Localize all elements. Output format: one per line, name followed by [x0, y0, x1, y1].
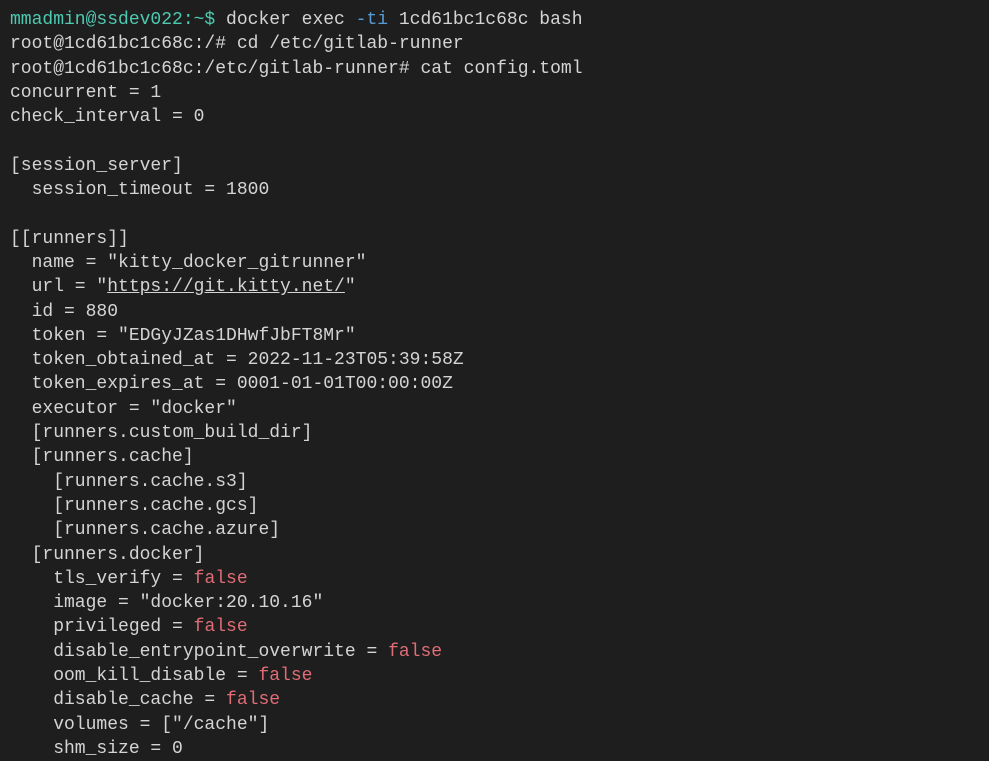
- config-disable-entrypoint-key: disable_entrypoint_overwrite =: [10, 642, 388, 662]
- section-custom-build-dir: [runners.custom_build_dir]: [10, 423, 312, 443]
- config-oom-kill-val: false: [258, 666, 312, 686]
- section-runners: [[runners]]: [10, 229, 129, 249]
- section-cache-s3: [runners.cache.s3]: [10, 472, 248, 492]
- config-check-interval: check_interval = 0: [10, 107, 204, 127]
- config-disable-cache-val: false: [226, 690, 280, 710]
- config-disable-cache-key: disable_cache =: [10, 690, 226, 710]
- config-name: name = "kitty_docker_gitrunner": [10, 253, 366, 273]
- config-url: https://git.kitty.net/: [107, 277, 345, 297]
- terminal-output[interactable]: mmadmin@ssdev022:~$ docker exec -ti 1cd6…: [10, 8, 979, 761]
- shell-prompt-3: root@1cd61bc1c68c:/etc/gitlab-runner#: [10, 59, 410, 79]
- config-url-suffix: ": [345, 277, 356, 297]
- cmd-container: 1cd61bc1c68c bash: [388, 10, 582, 30]
- config-image: image = "docker:20.10.16": [10, 593, 323, 613]
- config-privileged-key: privileged =: [10, 617, 194, 637]
- config-tls-verify-key: tls_verify =: [10, 569, 194, 589]
- section-session-server: [session_server]: [10, 156, 183, 176]
- config-session-timeout: session_timeout = 1800: [10, 180, 269, 200]
- cmd-docker: docker exec: [215, 10, 355, 30]
- cmd-cat: cat config.toml: [410, 59, 583, 79]
- config-url-prefix: url = ": [10, 277, 107, 297]
- config-privileged-val: false: [194, 617, 248, 637]
- flag-ti: -ti: [356, 10, 388, 30]
- shell-prompt-2: root@1cd61bc1c68c:/#: [10, 34, 226, 54]
- section-cache-gcs: [runners.cache.gcs]: [10, 496, 258, 516]
- section-cache-azure: [runners.cache.azure]: [10, 520, 280, 540]
- config-shm-size: shm_size = 0: [10, 739, 183, 759]
- section-cache: [runners.cache]: [10, 447, 194, 467]
- config-executor: executor = "docker": [10, 399, 237, 419]
- shell-prompt-1: mmadmin@ssdev022:~$: [10, 10, 215, 30]
- config-token-expires: token_expires_at = 0001-01-01T00:00:00Z: [10, 374, 453, 394]
- cmd-cd: cd /etc/gitlab-runner: [226, 34, 464, 54]
- config-token: token = "EDGyJZas1DHwfJbFT8Mr": [10, 326, 356, 346]
- config-tls-verify-val: false: [194, 569, 248, 589]
- config-oom-kill-key: oom_kill_disable =: [10, 666, 258, 686]
- config-token-obtained: token_obtained_at = 2022-11-23T05:39:58Z: [10, 350, 464, 370]
- config-volumes: volumes = ["/cache"]: [10, 715, 269, 735]
- config-id: id = 880: [10, 302, 118, 322]
- config-concurrent: concurrent = 1: [10, 83, 161, 103]
- section-docker: [runners.docker]: [10, 545, 204, 565]
- config-disable-entrypoint-val: false: [388, 642, 442, 662]
